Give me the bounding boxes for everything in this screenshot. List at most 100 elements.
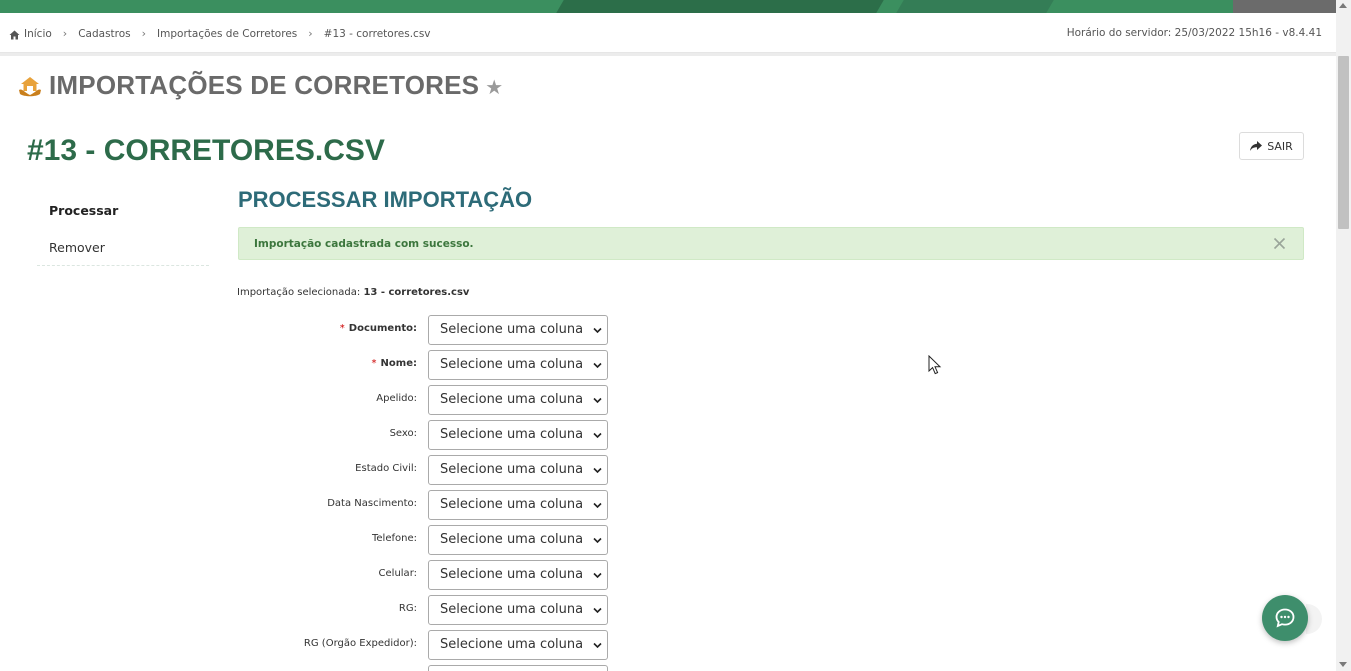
side-nav: Processar Remover <box>37 192 209 266</box>
selected-import-label: Importação selecionada: <box>237 287 361 298</box>
field-label: Data Nascimento: <box>327 498 417 509</box>
chevron-down-icon <box>593 467 602 474</box>
field-label-text: Documento: <box>348 323 417 334</box>
home-icon <box>9 30 20 39</box>
breadcrumb-item-cadastros[interactable]: Cadastros <box>78 28 130 40</box>
field-label: Telefone: <box>372 533 417 544</box>
success-alert: Importação cadastrada com sucesso. <box>238 227 1304 260</box>
field-label-text: Telefone: <box>372 533 417 544</box>
chevron-down-icon <box>593 502 602 509</box>
scroll-up-arrow-icon[interactable] <box>1339 3 1347 8</box>
field-label-text: Celular: <box>378 568 417 579</box>
select-value: Selecione uma coluna <box>440 602 584 617</box>
field-label-text: Sexo: <box>389 428 417 439</box>
chevron-down-icon <box>593 607 602 614</box>
form-row-telefone: Telefone: Selecione uma coluna <box>238 525 638 560</box>
telefone-column-select[interactable]: Selecione uma coluna <box>428 525 608 555</box>
select-value: Selecione uma coluna <box>440 462 584 477</box>
field-label: Sexo: <box>390 428 417 439</box>
top-accent-grey <box>1233 0 1351 13</box>
side-nav-item-label: Remover <box>49 239 105 255</box>
chevron-down-icon <box>593 397 602 404</box>
hands-house-icon <box>19 76 41 96</box>
selected-import-value: 13 - corretores.csv <box>363 287 470 298</box>
field-label-text: Apelido: <box>376 393 417 404</box>
share-arrow-icon <box>1250 141 1263 151</box>
field-label-text: Nome: <box>380 358 417 369</box>
form-row-sexo: Sexo: Selecione uma coluna <box>238 420 638 455</box>
chevron-right-icon: › <box>308 27 313 40</box>
chat-bubble-icon <box>1275 608 1295 628</box>
field-label: Apelido: <box>376 393 417 404</box>
breadcrumb-bar: Início › Cadastros › Importações de Corr… <box>0 13 1336 53</box>
field-label: * Nome: <box>372 358 417 369</box>
field-label: Celular: <box>379 568 417 579</box>
alert-message: Importação cadastrada com sucesso. <box>254 238 474 250</box>
column-mapping-form: * Documento: Selecione uma coluna * Nome: … <box>238 315 638 671</box>
side-nav-item-remover[interactable]: Remover <box>37 229 209 266</box>
select-value: Selecione uma coluna <box>440 392 584 407</box>
rg-column-select[interactable]: Selecione uma coluna <box>428 595 608 625</box>
apelido-column-select[interactable]: Selecione uma coluna <box>428 385 608 415</box>
chevron-down-icon <box>593 327 602 334</box>
required-asterisk: * <box>371 358 377 369</box>
exit-button-label: SAIR <box>1267 139 1293 153</box>
scroll-down-arrow-icon[interactable] <box>1339 662 1347 667</box>
page-scrollbar[interactable] <box>1336 0 1351 671</box>
celular-column-select[interactable]: Selecione uma coluna <box>428 560 608 590</box>
close-icon[interactable] <box>1273 237 1286 250</box>
record-title: #13 - CORRETORES.CSV <box>27 134 385 167</box>
select-value: Selecione uma coluna <box>440 427 584 442</box>
select-value: Selecione uma coluna <box>440 357 584 372</box>
form-row-data-nascimento: Data Nascimento: Selecione uma coluna <box>238 490 638 525</box>
chevron-down-icon <box>593 432 602 439</box>
chevron-down-icon <box>593 362 602 369</box>
form-row-next-partial <box>238 665 638 671</box>
field-label-text: RG: <box>398 603 417 614</box>
form-row-nome: * Nome: Selecione uma coluna <box>238 350 638 385</box>
scrollbar-thumb[interactable] <box>1338 56 1349 229</box>
exit-button[interactable]: SAIR <box>1239 132 1304 160</box>
form-row-estado-civil: Estado Civil: Selecione uma coluna <box>238 455 638 490</box>
select-value: Selecione uma coluna <box>440 567 584 582</box>
field-label: * Documento: <box>340 323 417 334</box>
select-value: Selecione uma coluna <box>440 637 584 652</box>
chevron-down-icon <box>593 572 602 579</box>
field-label: Estado Civil: <box>355 463 417 474</box>
top-accent-bar <box>0 0 1351 13</box>
required-asterisk: * <box>339 323 345 334</box>
chat-button[interactable] <box>1262 595 1308 641</box>
rg-orgao-expedidor-column-select[interactable]: Selecione uma coluna <box>428 630 608 660</box>
form-row-rg: RG: Selecione uma coluna <box>238 595 638 630</box>
data-nascimento-column-select[interactable]: Selecione uma coluna <box>428 490 608 520</box>
page-heading: IMPORTAÇÕES DE CORRETORES ★ <box>18 70 503 101</box>
documento-column-select[interactable]: Selecione uma coluna <box>428 315 608 345</box>
select-value: Selecione uma coluna <box>440 322 584 337</box>
chevron-right-icon: › <box>141 27 147 40</box>
side-nav-item-processar[interactable]: Processar <box>37 192 209 229</box>
breadcrumb-item-current: #13 - corretores.csv <box>323 27 431 40</box>
page-title: IMPORTAÇÕES DE CORRETORES <box>49 70 480 100</box>
field-label-text: Estado Civil: <box>355 463 417 474</box>
sexo-column-select[interactable]: Selecione uma coluna <box>428 420 608 450</box>
field-label: RG: <box>399 603 417 614</box>
chat-button-shadow <box>1306 604 1322 634</box>
next-column-select[interactable] <box>428 665 608 671</box>
mouse-cursor-icon <box>928 355 942 375</box>
selected-import: Importação selecionada: 13 - corretores.… <box>237 287 469 298</box>
top-accent-stripe <box>896 0 1054 13</box>
form-row-apelido: Apelido: Selecione uma coluna <box>238 385 638 420</box>
breadcrumb: Início › Cadastros › Importações de Corr… <box>9 27 431 40</box>
form-row-rg-orgao-expedidor: RG (Orgão Expedidor): Selecione uma colu… <box>238 630 638 665</box>
nome-column-select[interactable]: Selecione uma coluna <box>428 350 608 380</box>
chevron-right-icon: › <box>62 27 68 40</box>
chevron-down-icon <box>593 537 602 544</box>
star-icon[interactable]: ★ <box>485 75 503 99</box>
top-accent-stripe <box>556 0 884 13</box>
side-nav-item-label: Processar <box>49 203 119 218</box>
server-time: Horário do servidor: 25/03/2022 15h16 - … <box>1066 27 1322 39</box>
breadcrumb-item-importacoes[interactable]: Importações de Corretores <box>157 28 297 40</box>
breadcrumb-item-inicio[interactable]: Início <box>24 28 52 40</box>
estado-civil-column-select[interactable]: Selecione uma coluna <box>428 455 608 485</box>
field-label-text: Data Nascimento: <box>327 498 417 509</box>
